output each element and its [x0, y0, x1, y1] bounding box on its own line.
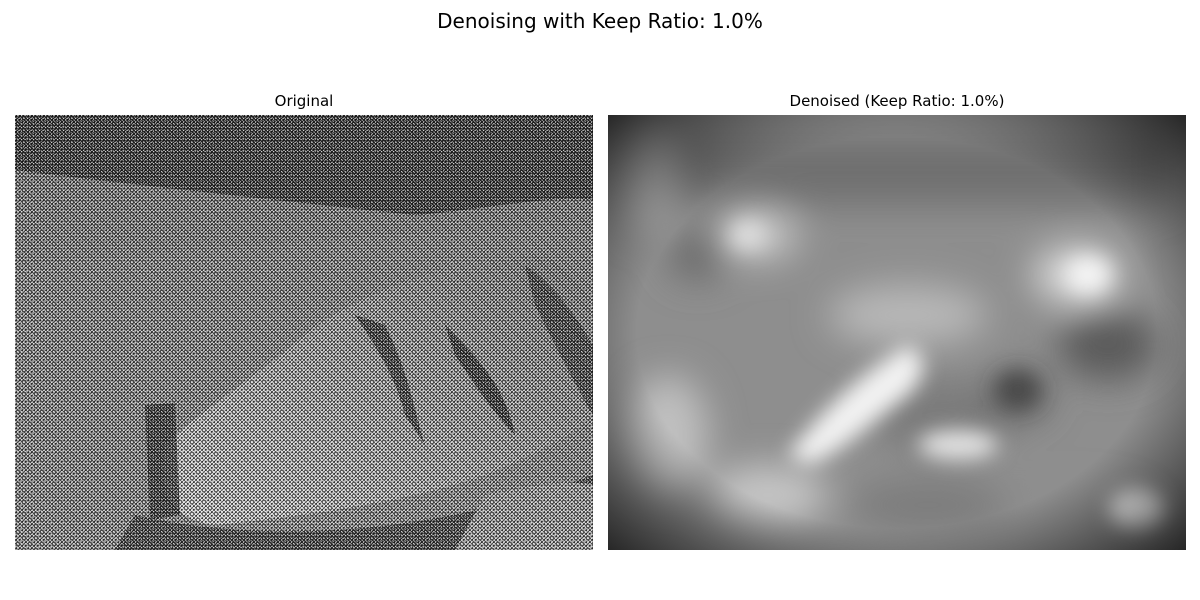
denoised-panel-title: Denoised (Keep Ratio: 1.0%): [789, 92, 1005, 110]
original-image: [15, 115, 593, 550]
original-panel-title: Original: [274, 92, 334, 110]
denoised-image: [608, 115, 1186, 550]
figure-title: Denoising with Keep Ratio: 1.0%: [437, 9, 763, 33]
